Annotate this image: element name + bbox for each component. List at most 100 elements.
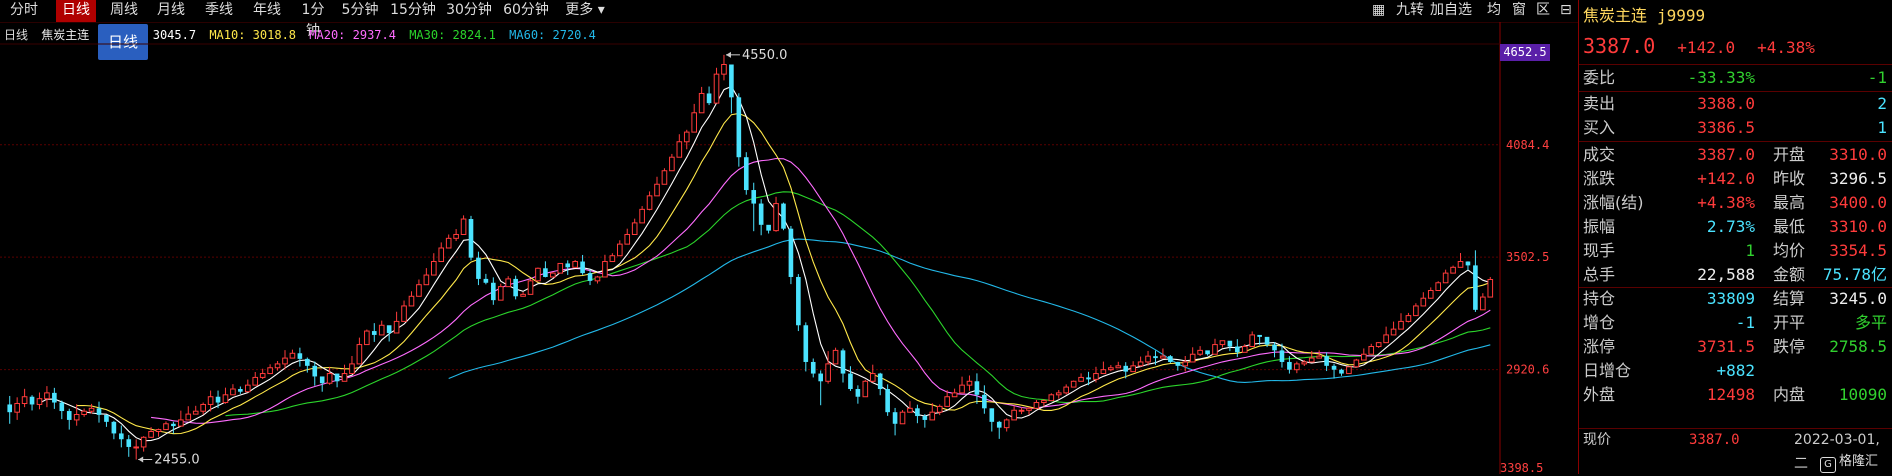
price-change: +142.0 [1677, 38, 1736, 57]
candle-body [1346, 366, 1352, 375]
candle-body [862, 380, 869, 398]
buy-price: 3386.5 [1697, 118, 1755, 137]
candle-body [476, 257, 481, 279]
candle-body [29, 396, 35, 405]
stat-row: 持仓 33809 结算 3245.0 [1579, 287, 1892, 311]
tool-3[interactable]: 窗 [1512, 0, 1526, 22]
stat-label: 金额 [1773, 265, 1806, 284]
stat-row: 现手 1 均价 3354.5 [1579, 239, 1892, 263]
candle-body [497, 286, 504, 301]
tab-period-7[interactable]: 5分钟 [340, 0, 380, 22]
tool-2[interactable]: 均 [1487, 0, 1501, 22]
candle-body [773, 203, 779, 232]
collapse-icon[interactable]: ⊟ [1560, 0, 1572, 22]
candle-body [781, 203, 786, 229]
candle-body [66, 411, 72, 420]
stat-row: 增仓 -1 开平 多平 [1579, 311, 1892, 335]
stat-label: 成交 [1583, 145, 1616, 164]
candle-body [848, 373, 853, 390]
candle-body [1450, 266, 1456, 274]
candle-body [766, 224, 771, 231]
stat-label: 涨停 [1583, 337, 1616, 356]
candle-body [669, 156, 675, 172]
candle-body [1108, 367, 1114, 371]
candle-body [1368, 346, 1375, 355]
candle-body [736, 97, 742, 158]
weibi-pct: -33.33% [1687, 68, 1755, 87]
stat-label: 开盘 [1773, 145, 1806, 164]
last-price: 3387.0 [1583, 34, 1656, 58]
tick-row: 现价 3387.0 2022-03-01,二 [1579, 428, 1892, 472]
candle-body [1442, 272, 1449, 284]
candle-body [1100, 369, 1107, 375]
candle-body [222, 394, 229, 404]
candle-body [401, 305, 407, 322]
tab-period-6[interactable]: 1分钟 [296, 0, 330, 39]
candle-body [1264, 336, 1270, 345]
candle-body [73, 414, 80, 421]
tab-period-0[interactable]: 分时 [8, 0, 40, 22]
candle-body [572, 261, 578, 268]
candle-body [1360, 353, 1367, 361]
tab-period-1[interactable]: 日线 [56, 0, 96, 22]
candle-body [1473, 265, 1478, 310]
ma5-line [39, 85, 1491, 442]
tick-label: 现价 [1583, 432, 1611, 448]
candle-body [543, 268, 548, 277]
tab-period-4[interactable]: 季线 [201, 0, 237, 22]
stat-label: 外盘 [1583, 385, 1616, 404]
tab-period-10[interactable]: 60分钟 [503, 0, 549, 22]
tab-period-11[interactable]: 更多 ▾ [560, 0, 610, 22]
tab-period-3[interactable]: 月线 [153, 0, 189, 22]
candle-body [899, 411, 906, 425]
candle-body [104, 414, 109, 422]
candle-body [289, 352, 296, 359]
instrument-name: 焦炭主连 [1583, 6, 1648, 25]
candle-body [959, 384, 965, 394]
candle-body [1055, 392, 1062, 396]
tool-1[interactable]: 加自选 [1430, 0, 1472, 22]
candle-body [758, 203, 764, 225]
candle-body [907, 407, 913, 413]
candle-body [386, 325, 392, 333]
candle-body [989, 408, 995, 422]
grid-icon[interactable]: ▦ [1372, 0, 1385, 22]
tool-0[interactable]: 九转 [1396, 0, 1424, 22]
candle-body [423, 274, 430, 286]
kline-chart[interactable]: 4084.4 3502.5 2920.6 3398.5 4550.0 2455.0 [0, 22, 1578, 474]
tool-4[interactable]: 区 [1536, 0, 1550, 22]
candle-body [840, 350, 846, 374]
candle-body [393, 320, 400, 334]
candle-body [1235, 346, 1240, 353]
weibi-val: -1 [1867, 68, 1887, 87]
candle-body [445, 237, 452, 249]
candle-body [557, 262, 564, 274]
stat-label: 昨收 [1773, 169, 1806, 188]
quote-panel: 焦炭主连 j9999 3387.0 +142.0 +4.38% 委比 -33.33… [1578, 0, 1892, 474]
stat-value: +142.0 [1697, 169, 1755, 188]
stat-value: 2.73% [1706, 217, 1755, 236]
candle-body [341, 373, 348, 382]
candle-body [1168, 356, 1173, 362]
candle-body [527, 280, 534, 295]
period-bar: 分时 日线 周线 月线 季线 年线 1分钟 5分钟 15分钟 30分钟 60分钟 更多 ▾ ▦ 九转 加自选… [0, 0, 1578, 39]
sell-label: 卖出 [1583, 94, 1616, 113]
candle-body [1279, 350, 1285, 362]
tab-period-2[interactable]: 周线 [106, 0, 142, 22]
tab-period-8[interactable]: 15分钟 [390, 0, 436, 22]
candle-body [14, 402, 20, 413]
candle-body [1123, 365, 1129, 372]
candle-body [1287, 361, 1292, 370]
candle-body [974, 381, 980, 395]
candle-body [587, 273, 593, 281]
candle-body [602, 261, 608, 278]
candle-body [305, 358, 310, 366]
tab-period-5[interactable]: 年线 [249, 0, 285, 22]
candle-body [877, 373, 883, 390]
candle-body [944, 396, 950, 407]
candle-body [743, 157, 749, 191]
tab-period-9[interactable]: 30分钟 [446, 0, 492, 22]
candle-body [966, 380, 973, 386]
stat-label: 最低 [1773, 217, 1806, 236]
candle-body [1063, 386, 1070, 394]
